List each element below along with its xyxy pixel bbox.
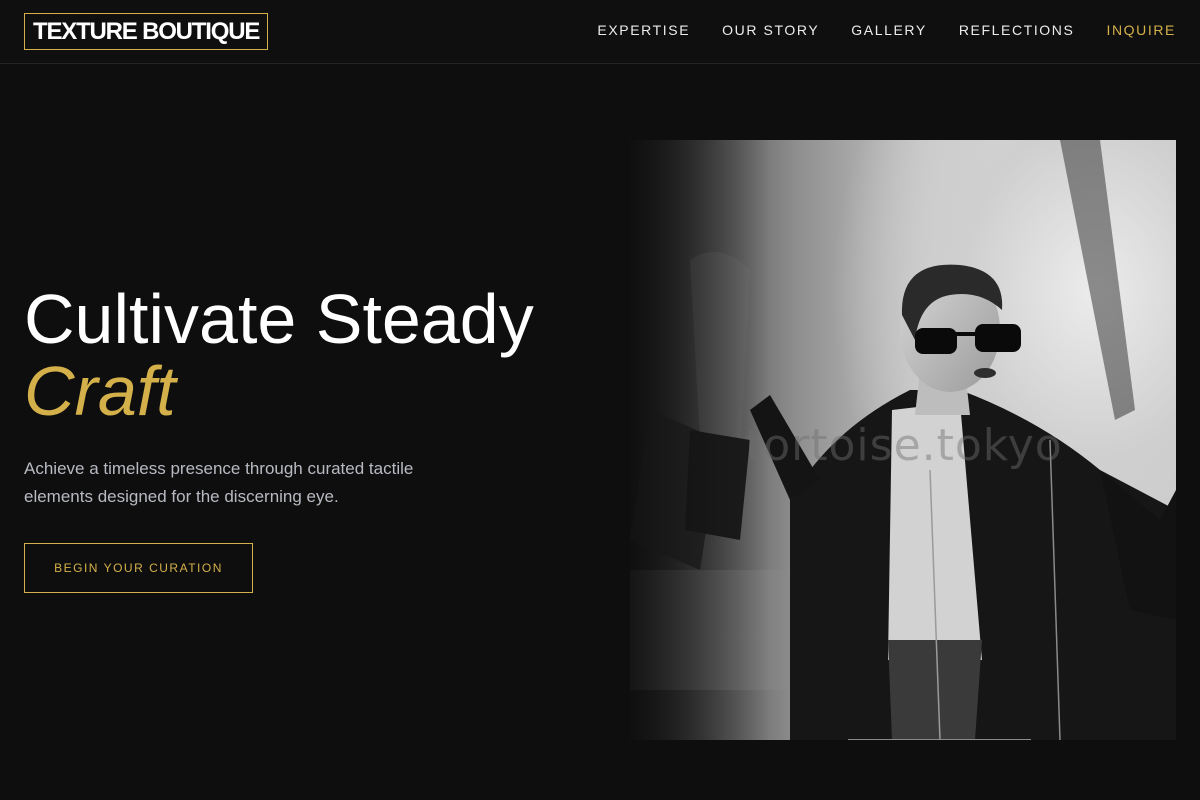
hero-title-accent: Craft <box>24 352 176 430</box>
hero-title: Cultivate Steady Craft <box>24 283 534 427</box>
nav-link-gallery[interactable]: GALLERY <box>851 21 927 39</box>
begin-curation-button[interactable]: BEGIN YOUR CURATION <box>24 543 253 593</box>
hero-photo: tortoise.tokyo <box>630 140 1176 740</box>
image-watermark: tortoise.tokyo <box>745 420 1063 471</box>
nav-link-reflections[interactable]: REFLECTIONS <box>959 21 1075 39</box>
nav-link-expertise[interactable]: EXPERTISE <box>597 21 690 39</box>
brand-logo[interactable]: TEXTURE BOUTIQUE <box>24 13 269 50</box>
nav-link-our-story[interactable]: OUR STORY <box>722 21 819 39</box>
hero-title-line1: Cultivate Steady <box>24 280 534 358</box>
hero-subtitle: Achieve a timeless presence through cura… <box>24 459 414 506</box>
landing-page: TEXTURE BOUTIQUE EXPERTISE OUR STORY GAL… <box>0 0 1200 800</box>
nav-link-inquire[interactable]: INQUIRE <box>1106 21 1176 39</box>
main-nav: EXPERTISE OUR STORY GALLERY REFLECTIONS … <box>597 21 1176 39</box>
image-divider <box>848 739 1031 740</box>
site-header: TEXTURE BOUTIQUE EXPERTISE OUR STORY GAL… <box>0 0 1200 64</box>
